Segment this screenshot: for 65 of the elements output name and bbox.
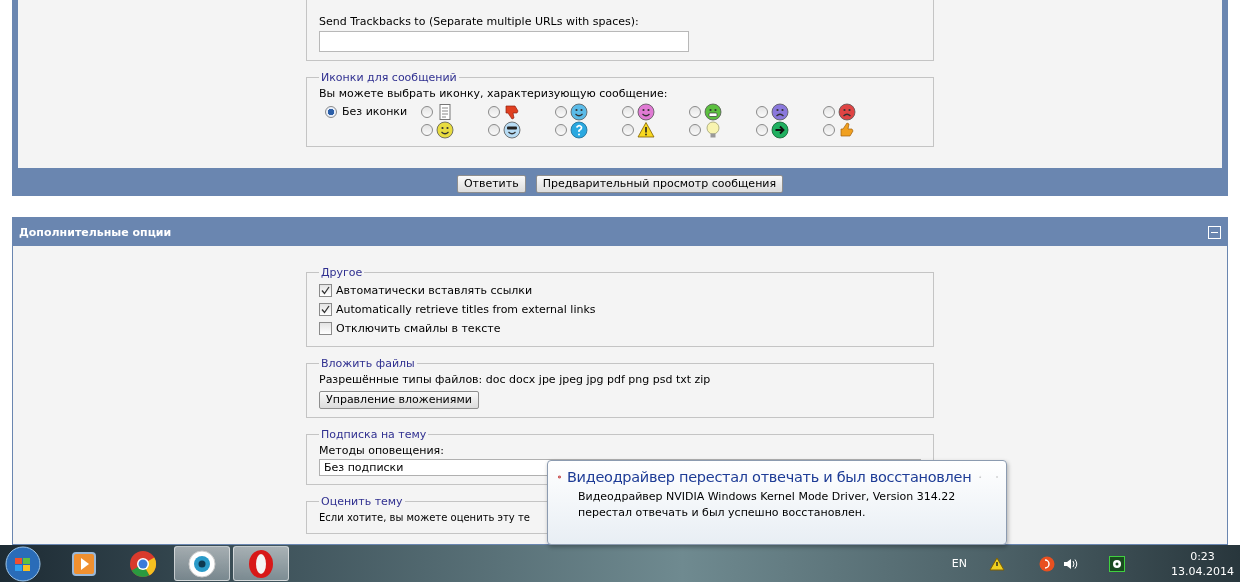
panel-title: Дополнительные опции — [19, 225, 172, 239]
fieldset-legend: Подписка на тему — [319, 428, 429, 441]
checkbox-label: Автоматически вставлять ссылки — [336, 283, 533, 298]
notification-title: Видеодрайвер перестал отвечать и был восстановлен — [566, 469, 972, 485]
allowed-file-types: Разрешённые типы файлов: doc docx jpe jpeg jpg pdf png psd txt zip — [319, 372, 711, 387]
play-icon — [71, 550, 97, 577]
speaker-icon[interactable] — [1063, 556, 1079, 571]
radio-button[interactable] — [689, 105, 701, 118]
fieldset-legend: Вложить файлы — [319, 357, 417, 370]
thumbs-down-icon — [503, 102, 521, 121]
radio-button[interactable] — [756, 123, 768, 136]
icon-prompt: Вы можете выбрать иконку, характеризующую сообщение: — [319, 86, 668, 101]
radio-button[interactable] — [823, 105, 835, 118]
radio-button[interactable] — [421, 123, 433, 136]
radio-button[interactable] — [421, 105, 433, 118]
browser-icon — [129, 549, 157, 578]
radio-button[interactable] — [325, 105, 337, 118]
fieldset-legend: Иконки для сообщений — [319, 71, 459, 84]
smiling-face-icon — [637, 102, 655, 121]
language-indicator[interactable]: EN — [951, 557, 967, 570]
radio-button[interactable] — [555, 123, 567, 136]
radio-button[interactable] — [756, 105, 768, 118]
fieldset-legend: Оценить тему — [319, 495, 405, 508]
warning-icon[interactable] — [989, 556, 1005, 571]
checkbox[interactable] — [319, 284, 332, 297]
taskbar-app-button[interactable] — [174, 546, 230, 581]
preview-button[interactable]: Предварительный просмотр сообщения — [535, 175, 784, 193]
radio-button[interactable] — [488, 105, 500, 118]
question-icon — [570, 120, 588, 139]
trackback-input[interactable] — [319, 31, 689, 52]
radio-button[interactable] — [689, 123, 701, 136]
webcam-icon — [188, 549, 216, 578]
clock[interactable]: 0:23 13.04.2014 — [1171, 548, 1234, 579]
smiling-face-icon — [436, 120, 454, 139]
trackback-label: Send Trackbacks to (Separate multiple URLs with spaces): — [319, 14, 639, 29]
rating-text: Если хотите, вы можете оценить эту те — [319, 511, 530, 525]
app-tray-icon[interactable] — [1039, 555, 1055, 572]
warning-icon — [637, 120, 655, 139]
clock-time: 0:23 — [1190, 548, 1215, 564]
manage-attachments-button[interactable]: Управление вложениями — [319, 391, 479, 409]
fieldset-legend: Другое — [319, 266, 365, 279]
reply-button[interactable]: Ответить — [456, 175, 526, 193]
start-button[interactable] — [4, 545, 42, 582]
notification-message: Видеодрайвер NVIDIA Windows Kernel Mode Driver, Version 314.22 перестал отвечать и был успешно восстановлен. — [577, 489, 957, 521]
radio-button[interactable] — [823, 123, 835, 136]
lightbulb-icon — [704, 120, 722, 139]
radio-button[interactable] — [622, 105, 634, 118]
sunglasses-face-icon — [503, 120, 521, 139]
notification-method-label: Методы оповещения: — [319, 443, 444, 458]
clock-date: 13.04.2014 — [1171, 563, 1234, 579]
angry-face-icon — [838, 102, 856, 121]
checkbox[interactable] — [319, 322, 332, 335]
document-icon — [436, 102, 454, 121]
radio-button[interactable] — [622, 123, 634, 136]
checkbox-label: Automatically retrieve titles from external links — [336, 302, 596, 317]
frowning-face-icon — [771, 102, 789, 121]
checkbox-label: Отключить смайлы в тексте — [336, 321, 501, 336]
radio-button[interactable] — [555, 105, 567, 118]
checkbox[interactable] — [319, 303, 332, 316]
opera-icon — [247, 548, 275, 579]
radio-button[interactable] — [488, 123, 500, 136]
radio-label: Без иконки — [342, 104, 408, 119]
grinning-face-icon — [704, 102, 722, 121]
thumbs-up-icon — [838, 120, 856, 139]
collapse-icon[interactable] — [1208, 225, 1221, 239]
